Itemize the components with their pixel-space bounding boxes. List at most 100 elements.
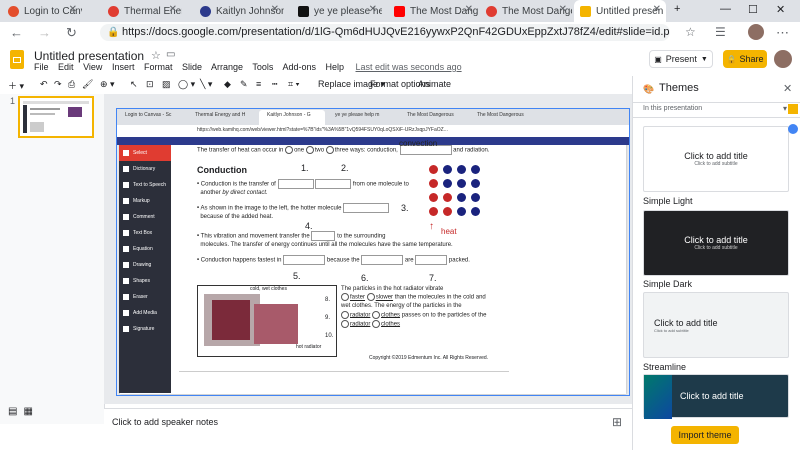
filmstrip-view-icon[interactable]: ▦ — [23, 406, 32, 417]
themes-title: Themes — [659, 82, 699, 94]
star-icon[interactable]: ☆ — [685, 25, 696, 39]
kami-tool[interactable]: Add Media — [119, 305, 171, 321]
paint-format-icon[interactable]: 🖌 — [82, 79, 93, 90]
menu-addons[interactable]: Add-ons — [282, 62, 316, 72]
kami-tool[interactable]: Select — [119, 145, 171, 161]
kami-sidebar: Select Dictionary Text to Speech Markup … — [119, 145, 171, 393]
share-button[interactable]: 🔒 Share — [723, 50, 767, 68]
border-weight-icon[interactable]: ≡ — [256, 79, 261, 89]
menu-file[interactable]: File — [34, 62, 49, 72]
close-tab-icon[interactable]: ✕ — [369, 4, 377, 15]
present-button[interactable]: ▣ Present ▼ — [649, 50, 713, 68]
radiator-image: cold, wet clothes hot radiator — [197, 285, 337, 357]
menu-view[interactable]: View — [83, 62, 102, 72]
close-tab-icon[interactable]: ✕ — [69, 4, 77, 15]
star-icon[interactable]: ☆ — [151, 49, 161, 62]
browser-tab[interactable]: The Most Dange ✕ — [480, 0, 572, 22]
menu-help[interactable]: Help — [325, 62, 344, 72]
browser-tab[interactable]: Kaitlyn Johnson ✕ — [194, 0, 284, 22]
new-tab-button[interactable]: + — [674, 3, 680, 15]
kami-tool[interactable]: Eraser — [119, 289, 171, 305]
reload-icon[interactable]: ↻ — [66, 25, 77, 41]
palette-icon: 🎨 — [643, 84, 655, 94]
tasks-icon[interactable] — [788, 124, 798, 134]
undo-icon[interactable]: ↶ — [40, 79, 48, 90]
print-icon[interactable]: ⎙ — [68, 79, 75, 90]
theme-simple-dark[interactable]: Click to add title Click to add subtitle — [643, 210, 789, 276]
more-icon[interactable]: ⋯ — [776, 25, 789, 41]
minimize-icon[interactable]: — — [720, 3, 731, 15]
line-icon[interactable]: ╲ ▾ — [200, 79, 212, 90]
grid-view-icon[interactable]: ▤ — [8, 406, 17, 417]
crop-icon[interactable]: ⌗ ▾ — [288, 79, 299, 90]
add-slide-icon[interactable]: ＋ ▾ — [8, 79, 24, 92]
theme-focus[interactable]: Click to add title — [643, 374, 789, 419]
menu-tools[interactable]: Tools — [252, 62, 273, 72]
browser-tab[interactable]: The Most Dange ✕ — [388, 0, 478, 22]
close-tab-icon[interactable]: ✕ — [653, 4, 661, 15]
close-tab-icon[interactable]: ✕ — [169, 4, 177, 15]
menu-insert[interactable]: Insert — [112, 62, 135, 72]
kami-tool[interactable]: Text to Speech — [119, 177, 171, 193]
browser-tab[interactable]: Login to Canvas✕ — [2, 0, 82, 22]
slide[interactable]: Login to Canvas - Sc Thermal Energy and … — [116, 108, 630, 396]
close-window-icon[interactable]: ✕ — [776, 3, 785, 16]
speaker-notes[interactable]: Click to add speaker notes ⊞ — [104, 408, 632, 439]
explore-icon[interactable]: ⊞ — [612, 415, 622, 429]
kami-tool[interactable]: Shapes — [119, 273, 171, 289]
zoom-icon[interactable]: ⊕ ▾ — [100, 79, 115, 90]
move-folder-icon[interactable]: ▭ — [166, 49, 175, 60]
browser-tab-active[interactable]: Untitled presen ✕ — [574, 0, 666, 22]
canvas-favicon-icon — [8, 5, 19, 17]
slide-number: 1 — [10, 96, 16, 106]
kami-tool[interactable]: Comment — [119, 209, 171, 225]
kami-tool[interactable]: Signature — [119, 321, 171, 337]
import-theme-button[interactable]: Import theme — [671, 426, 739, 444]
theme-streamline[interactable]: Click to add title Click to add subtitle — [643, 292, 789, 358]
theme-simple-light[interactable]: Click to add title Click to add subtitle — [643, 126, 789, 192]
filmstrip: 1 ▤ ▦ — [0, 94, 105, 424]
keep-icon[interactable] — [788, 104, 798, 114]
kami-tool[interactable]: Text Box — [119, 225, 171, 241]
selected-image[interactable]: Login to Canvas - Sc Thermal Energy and … — [116, 108, 630, 396]
theme-section-select[interactable]: In this presentation ▾ — [633, 102, 800, 118]
edmentum-favicon-icon — [108, 5, 119, 17]
maximize-icon[interactable]: ☐ — [748, 3, 758, 16]
kami-tool[interactable]: Markup — [119, 193, 171, 209]
presentation-title[interactable]: Untitled presentation — [34, 49, 144, 63]
account-avatar[interactable] — [774, 50, 792, 68]
border-dash-icon[interactable]: ┅ — [272, 79, 277, 90]
forward-icon[interactable]: → — [38, 25, 51, 40]
animate-button[interactable]: Animate — [418, 79, 451, 89]
menu-arrange[interactable]: Arrange — [211, 62, 243, 72]
menu-edit[interactable]: Edit — [58, 62, 74, 72]
fill-color-icon[interactable]: ◆ — [224, 79, 231, 90]
reading-list-icon[interactable]: ☰ — [715, 25, 726, 39]
select-icon[interactable]: ↖ — [130, 79, 138, 90]
back-icon[interactable]: ← — [10, 25, 23, 40]
profile-avatar[interactable] — [748, 24, 764, 40]
close-tab-icon[interactable]: ✕ — [271, 4, 279, 15]
embedded-tab-strip: Login to Canvas - Sc Thermal Energy and … — [117, 109, 629, 125]
url-field[interactable]: 🔒 https://docs.google.com/presentation/d… — [100, 24, 670, 41]
kami-tool[interactable]: Dictionary — [119, 161, 171, 177]
close-tab-icon[interactable]: ✕ — [559, 4, 567, 15]
menu-format[interactable]: Format — [144, 62, 173, 72]
kami-tool[interactable]: Equation — [119, 241, 171, 257]
kami-tool[interactable]: Drawing — [119, 257, 171, 273]
doc-heading: Conduction — [197, 165, 247, 175]
close-panel-icon[interactable]: ✕ — [783, 82, 792, 95]
redo-icon[interactable]: ↷ — [54, 79, 62, 90]
menu-slide[interactable]: Slide — [182, 62, 202, 72]
shape-icon[interactable]: ◯ ▾ — [178, 79, 195, 90]
slides-logo-icon — [10, 50, 24, 69]
last-edit-link[interactable]: Last edit was seconds ago — [356, 62, 462, 72]
close-tab-icon[interactable]: ✕ — [465, 4, 473, 15]
view-toggle: ▤ ▦ — [8, 406, 33, 417]
text-box-icon[interactable]: ⊡ — [146, 79, 154, 90]
image-icon[interactable]: ▨ — [162, 79, 171, 90]
browser-tab[interactable]: Thermal Energy✕ — [102, 0, 182, 22]
border-color-icon[interactable]: ✎ — [240, 79, 248, 90]
browser-tab[interactable]: ye ye please he ✕ — [292, 0, 382, 22]
slide-thumbnail[interactable] — [18, 96, 94, 138]
